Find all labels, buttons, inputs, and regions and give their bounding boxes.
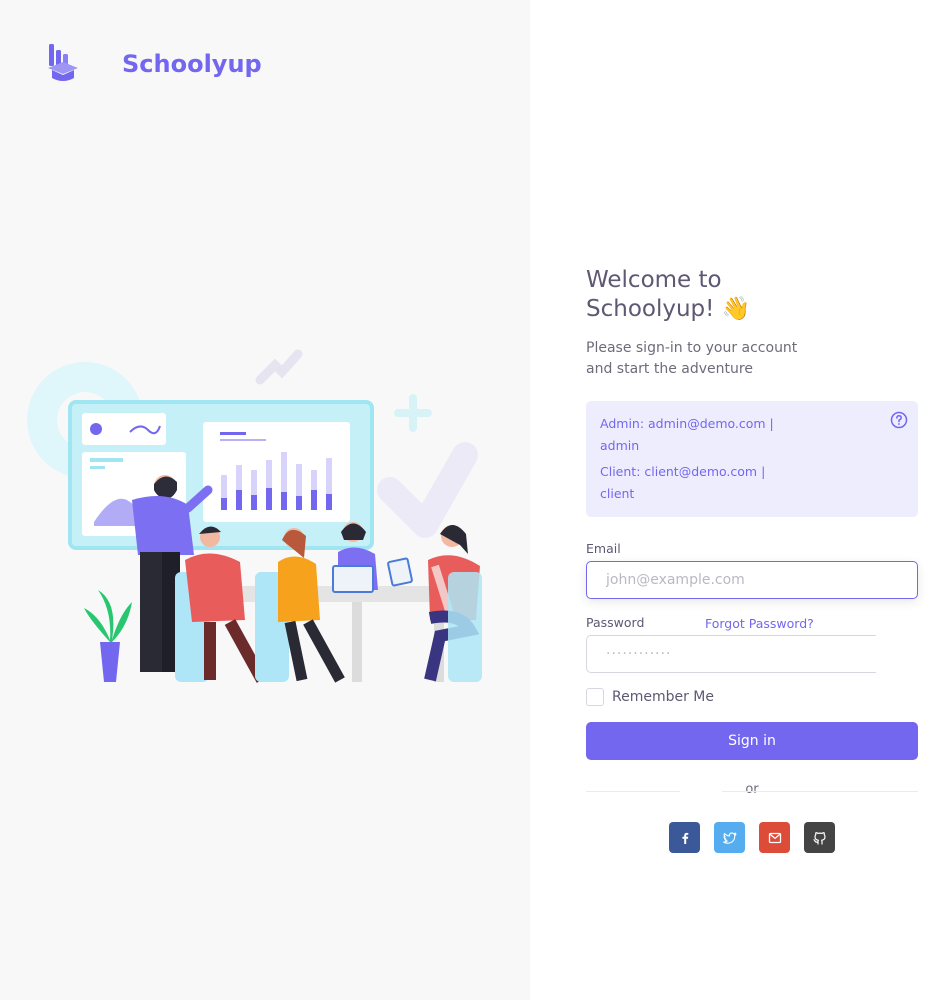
sign-in-button[interactable]: Sign in (586, 722, 918, 760)
divider-line-left (586, 791, 680, 792)
twitter-login-button[interactable] (714, 822, 745, 853)
google-mail-login-button[interactable] (759, 822, 790, 853)
demo-credentials-alert: Admin: admin@demo.com | admin Client: cl… (586, 401, 918, 517)
remember-me-checkbox[interactable] (586, 688, 604, 706)
github-icon (812, 831, 826, 845)
brand-name: Schoolyup (122, 50, 262, 78)
login-panel: Welcome to Schoolyup! 👋 Please sign-in t… (530, 0, 945, 1000)
forgot-password-link[interactable]: Forgot Password? (705, 616, 814, 631)
welcome-subtitle: Please sign-in to your account and start… (586, 340, 798, 377)
brand-logo-link[interactable]: Schoolyup (46, 42, 262, 82)
divider-or: or (745, 782, 759, 797)
admin-credentials: Admin: admin@demo.com | admin (600, 416, 774, 453)
facebook-login-button[interactable] (669, 822, 700, 853)
team-meeting-illustration (27, 349, 482, 683)
divider-line-right (722, 791, 918, 792)
client-credentials: Client: client@demo.com | client (600, 464, 766, 501)
welcome-title: Welcome to Schoolyup! 👋 (586, 267, 751, 322)
facebook-icon (681, 832, 688, 844)
school-logo-icon (48, 44, 78, 81)
illustration-panel: Schoolyup (0, 0, 530, 1000)
twitter-icon (722, 831, 737, 844)
remember-me[interactable]: Remember Me (586, 688, 714, 706)
email-label: Email (586, 541, 621, 556)
mail-icon (768, 832, 781, 843)
help-circle-icon[interactable] (890, 411, 908, 429)
password-input[interactable] (586, 635, 876, 673)
password-label: Password (586, 615, 645, 630)
github-login-button[interactable] (804, 822, 835, 853)
remember-me-label: Remember Me (612, 689, 714, 705)
email-input[interactable] (586, 561, 918, 599)
